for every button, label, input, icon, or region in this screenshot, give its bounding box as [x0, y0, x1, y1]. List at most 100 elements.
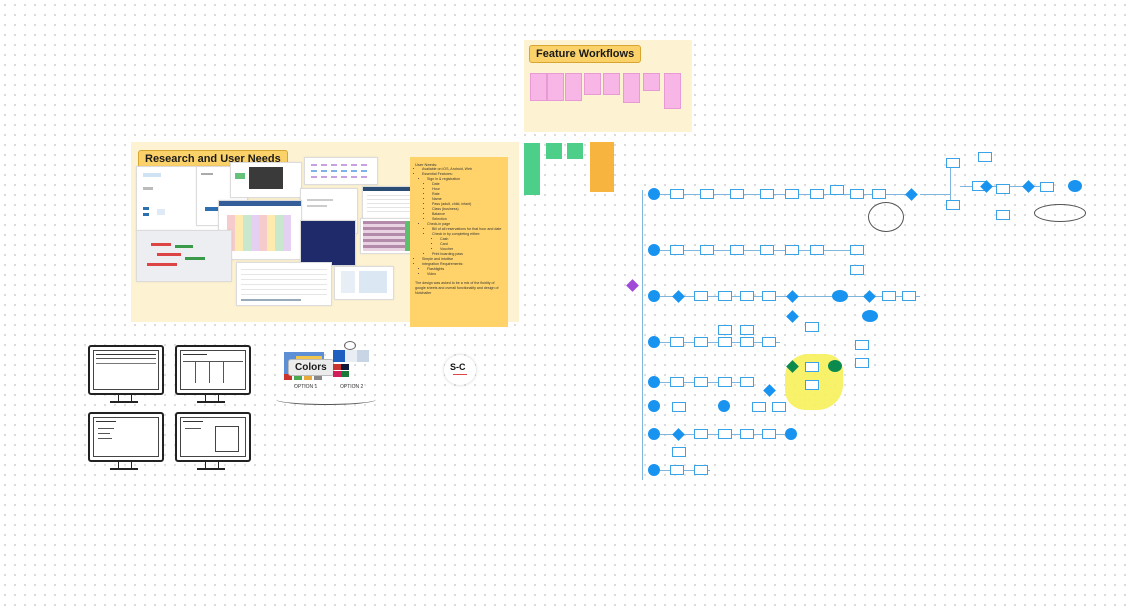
- flow-diamond[interactable]: [763, 384, 776, 397]
- flow-diamond[interactable]: [786, 310, 799, 323]
- flow-node[interactable]: [760, 189, 774, 199]
- flow-node[interactable]: [946, 158, 960, 168]
- flow-node[interactable]: [772, 402, 786, 412]
- flow-node[interactable]: [996, 184, 1010, 194]
- flow-node[interactable]: [752, 402, 766, 412]
- flow-node[interactable]: [694, 377, 708, 387]
- flow-node[interactable]: [718, 291, 732, 301]
- flow-node[interactable]: [718, 429, 732, 439]
- flow-node[interactable]: [670, 337, 684, 347]
- sticky-note[interactable]: [603, 73, 620, 95]
- flow-node[interactable]: [810, 245, 824, 255]
- colors-title[interactable]: Colors: [288, 359, 334, 376]
- flow-node[interactable]: [700, 189, 714, 199]
- flow-node[interactable]: [805, 380, 819, 390]
- flow-node[interactable]: [740, 291, 754, 301]
- flow-node[interactable]: [700, 245, 714, 255]
- sticky-note[interactable]: [664, 73, 681, 109]
- flow-node[interactable]: [670, 465, 684, 475]
- flow-node[interactable]: [718, 337, 732, 347]
- sticky-note[interactable]: [546, 143, 562, 159]
- flow-node[interactable]: [672, 402, 686, 412]
- flow-node[interactable]: [855, 358, 869, 368]
- color-swatch[interactable]: [333, 364, 341, 370]
- flow-node[interactable]: [670, 189, 684, 199]
- wireframe-monitor[interactable]: [175, 412, 251, 470]
- flow-node[interactable]: [850, 265, 864, 275]
- flow-node-circle[interactable]: [648, 464, 660, 476]
- flow-node[interactable]: [730, 189, 744, 199]
- flow-node[interactable]: [718, 325, 732, 335]
- flow-node[interactable]: [740, 337, 754, 347]
- flow-node[interactable]: [872, 189, 886, 199]
- wireframe-monitor[interactable]: [175, 345, 251, 403]
- flow-node-circle[interactable]: [785, 428, 797, 440]
- flow-node[interactable]: [694, 337, 708, 347]
- research-screenshot[interactable]: [300, 220, 356, 266]
- flow-node[interactable]: [760, 245, 774, 255]
- flow-node-circle[interactable]: [648, 188, 660, 200]
- flow-diamond[interactable]: [786, 290, 799, 303]
- flow-diamond[interactable]: [672, 428, 685, 441]
- flow-node[interactable]: [902, 291, 916, 301]
- flow-node[interactable]: [882, 291, 896, 301]
- start-diamond[interactable]: [626, 279, 639, 292]
- sticky-note[interactable]: [643, 73, 660, 91]
- flow-diamond[interactable]: [672, 290, 685, 303]
- flow-node[interactable]: [730, 245, 744, 255]
- research-screenshot[interactable]: [334, 266, 394, 300]
- flow-node-circle[interactable]: [718, 400, 730, 412]
- flow-node-circle[interactable]: [648, 428, 660, 440]
- flow-node-circle[interactable]: [648, 244, 660, 256]
- flow-node[interactable]: [785, 245, 799, 255]
- user-needs-note[interactable]: User Needs: Available on iOS, Android, W…: [410, 157, 508, 327]
- flow-node-circle[interactable]: [828, 360, 842, 372]
- flow-node-circle[interactable]: [648, 400, 660, 412]
- flow-node[interactable]: [785, 189, 799, 199]
- flow-node[interactable]: [694, 429, 708, 439]
- flow-node-circle[interactable]: [648, 336, 660, 348]
- flow-node[interactable]: [762, 337, 776, 347]
- flow-diamond[interactable]: [905, 188, 918, 201]
- flow-node[interactable]: [946, 200, 960, 210]
- flow-node[interactable]: [805, 322, 819, 332]
- logo[interactable]: S-C: [444, 355, 476, 385]
- flow-node-circle[interactable]: [862, 310, 878, 322]
- sticky-note[interactable]: [590, 142, 614, 192]
- flow-node[interactable]: [670, 377, 684, 387]
- flow-diamond[interactable]: [863, 290, 876, 303]
- color-swatch[interactable]: [341, 364, 349, 370]
- flow-node[interactable]: [740, 429, 754, 439]
- flow-node[interactable]: [718, 377, 732, 387]
- color-swatch[interactable]: [333, 371, 341, 377]
- wireframe-monitor[interactable]: [88, 412, 164, 470]
- color-swatch[interactable]: [357, 350, 369, 362]
- flow-node[interactable]: [830, 185, 844, 195]
- sticky-note[interactable]: [584, 73, 601, 95]
- color-swatch[interactable]: [341, 371, 349, 377]
- research-screenshot[interactable]: [236, 262, 332, 306]
- flow-node-circle[interactable]: [648, 376, 660, 388]
- flow-node[interactable]: [996, 210, 1010, 220]
- flow-node-circle[interactable]: [648, 290, 660, 302]
- flow-node[interactable]: [694, 465, 708, 475]
- flow-node[interactable]: [1040, 182, 1054, 192]
- flow-node[interactable]: [978, 152, 992, 162]
- sticky-note[interactable]: [547, 73, 564, 101]
- sticky-note[interactable]: [565, 73, 582, 101]
- flow-node[interactable]: [855, 340, 869, 350]
- sticky-note[interactable]: [567, 143, 583, 159]
- flow-node[interactable]: [850, 245, 864, 255]
- sticky-note[interactable]: [530, 73, 547, 101]
- flow-node[interactable]: [740, 325, 754, 335]
- wireframe-monitor[interactable]: [88, 345, 164, 403]
- research-screenshot[interactable]: [136, 230, 232, 282]
- research-screenshot[interactable]: [304, 157, 378, 185]
- flow-node[interactable]: [762, 429, 776, 439]
- flow-node[interactable]: [740, 377, 754, 387]
- color-swatch[interactable]: [333, 350, 345, 362]
- flow-node[interactable]: [850, 189, 864, 199]
- flowchart[interactable]: [620, 140, 1100, 490]
- color-swatch[interactable]: [345, 350, 357, 362]
- workflows-title[interactable]: Feature Workflows: [529, 45, 642, 63]
